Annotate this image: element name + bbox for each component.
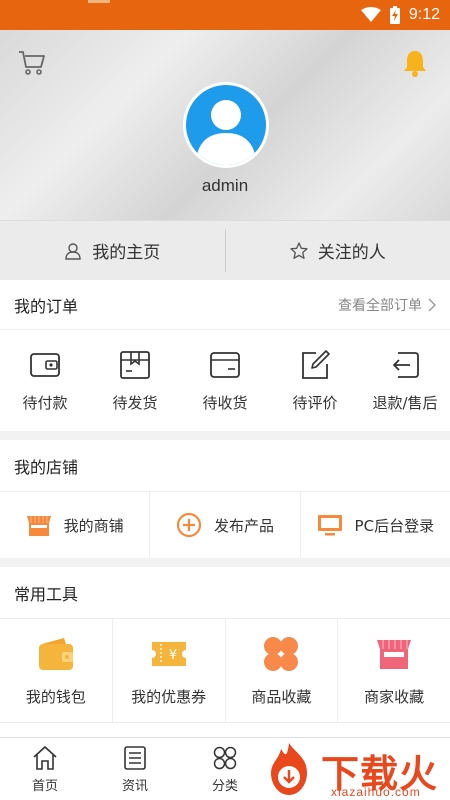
- order-pending-receipt[interactable]: 待收货: [180, 330, 270, 430]
- tab-label: 首页: [31, 778, 58, 794]
- order-refund-aftersale[interactable]: 退款/售后: [360, 330, 450, 430]
- order-item-label: 退款/售后: [372, 393, 438, 412]
- product-favorites-button[interactable]: 商品收藏: [226, 619, 339, 722]
- publish-product-button[interactable]: 发布产品: [150, 492, 301, 558]
- tool-item-label: 我的钱包: [25, 688, 86, 706]
- package-icon: [120, 350, 150, 379]
- shop-item-label: 我的商铺: [63, 516, 124, 535]
- tab-label: 资讯: [121, 778, 148, 794]
- add-circle-icon: [176, 512, 202, 538]
- my-wallet-button[interactable]: 我的钱包: [0, 619, 113, 722]
- view-all-orders-link[interactable]: 查看全部订单: [338, 295, 436, 315]
- username: admin: [201, 176, 249, 195]
- order-item-label: 待发货: [112, 393, 158, 412]
- order-pending-payment[interactable]: 待付款: [0, 330, 90, 430]
- merchant-favorites-button[interactable]: 商家收藏: [338, 619, 450, 722]
- card-box-icon: [210, 351, 240, 378]
- svg-text:¥: ¥: [168, 648, 176, 663]
- pc-admin-login-button[interactable]: PC后台登录: [301, 492, 450, 558]
- bell-icon[interactable]: [400, 48, 430, 78]
- shop-section: 我的店铺 我的商铺 发布产品 PC后台登录: [0, 440, 450, 558]
- tool-item-label: 商品收藏: [251, 688, 312, 706]
- tools-section: 常用工具 我的钱包 ¥ 我的优惠券 商品收藏 商家收藏: [0, 567, 450, 737]
- return-icon: [393, 351, 419, 378]
- chevron-right-icon: [428, 298, 436, 311]
- status-time: 9:12: [408, 6, 440, 23]
- tools-title: 常用工具: [14, 584, 79, 604]
- shop-collect-icon: [377, 640, 412, 669]
- storefront-icon: [26, 516, 51, 536]
- edit-review-icon: [302, 349, 330, 379]
- tab-news[interactable]: 资讯: [90, 738, 180, 800]
- wifi-icon: [360, 7, 381, 22]
- orders-title: 我的订单: [14, 296, 79, 316]
- shop-item-label: PC后台登录: [354, 516, 435, 535]
- avatar[interactable]: [183, 82, 269, 168]
- home-icon: [33, 745, 57, 770]
- notification-indicator: [88, 0, 110, 3]
- profile-links-row: 我的主页 关注的人: [0, 220, 450, 280]
- avatar-icon: [196, 100, 256, 165]
- tool-item-label: 我的优惠券: [131, 688, 207, 706]
- order-item-label: 待收货: [202, 393, 248, 412]
- orders-section: 我的订单 查看全部订单 待付款 待发货 待收货 待评价 退款/售后: [0, 280, 450, 431]
- following-label: 关注的人: [317, 243, 386, 263]
- tab-label: 分类: [211, 778, 238, 794]
- wallet-outline-icon: [30, 352, 60, 377]
- shop-item-label: 发布产品: [213, 516, 274, 535]
- flame-logo-icon: [271, 743, 307, 795]
- tab-home[interactable]: 首页: [0, 738, 90, 800]
- status-bar: 9:12: [0, 0, 450, 30]
- monitor-icon: [317, 515, 342, 536]
- battery-charging-icon: [389, 6, 400, 24]
- view-all-orders-label: 查看全部订单: [338, 297, 422, 314]
- order-item-label: 待评价: [292, 393, 338, 412]
- order-pending-review[interactable]: 待评价: [270, 330, 360, 430]
- tool-item-label: 商家收藏: [364, 688, 425, 706]
- following-button[interactable]: 关注的人: [226, 221, 450, 280]
- order-pending-shipment[interactable]: 待发货: [90, 330, 180, 430]
- my-store-button[interactable]: 我的商铺: [0, 492, 151, 558]
- watermark-subtitle: xiazaihuo.com: [331, 785, 421, 799]
- category-icon: [213, 746, 237, 769]
- user-icon: [65, 242, 81, 260]
- profile-header: admin: [0, 30, 450, 220]
- coupon-icon: ¥: [151, 642, 186, 666]
- star-icon: [290, 241, 308, 259]
- shop-title: 我的店铺: [14, 457, 79, 477]
- clover-icon: [264, 637, 299, 671]
- my-homepage-label: 我的主页: [92, 243, 161, 263]
- news-icon: [124, 745, 146, 770]
- cart-icon[interactable]: [18, 50, 46, 76]
- my-coupons-button[interactable]: ¥ 我的优惠券: [113, 619, 226, 722]
- wallet-icon: [38, 638, 73, 670]
- my-homepage-button[interactable]: 我的主页: [0, 221, 225, 280]
- watermark: 下载火 xiazaihuo.com: [255, 735, 450, 800]
- order-item-label: 待付款: [22, 393, 68, 412]
